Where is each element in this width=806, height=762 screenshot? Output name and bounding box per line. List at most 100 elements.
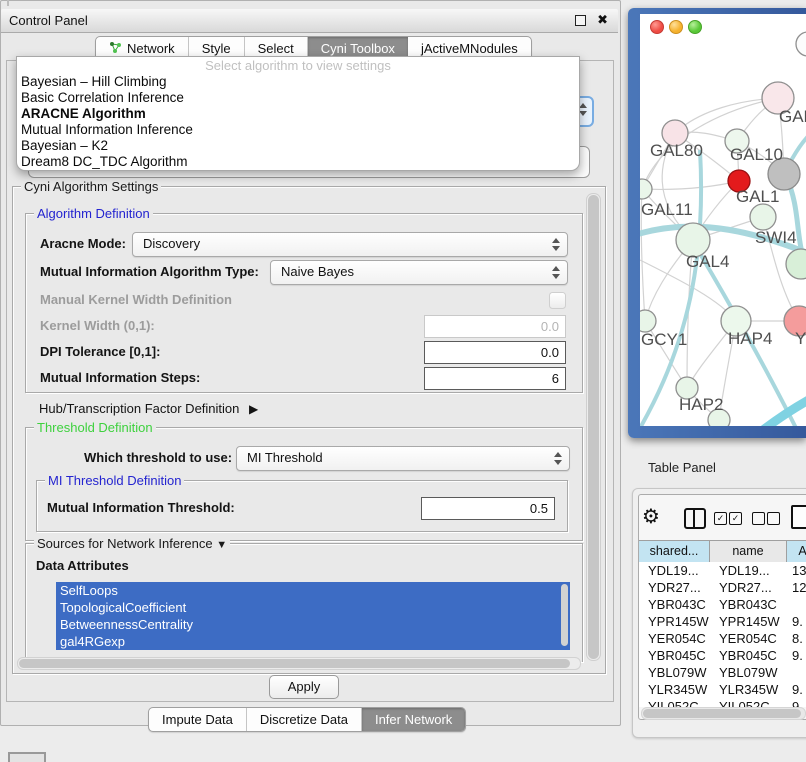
collapse-arrow-icon[interactable]: ▼ bbox=[216, 539, 227, 551]
table-row[interactable]: YBR045CYBR045C9. bbox=[639, 647, 806, 664]
minimize-traffic-light[interactable] bbox=[669, 20, 683, 34]
table-cell: YLR345W bbox=[710, 681, 787, 698]
node-label: GAL1 bbox=[736, 187, 779, 206]
mi-algorithm-type-combobox[interactable]: Naive Bayes bbox=[270, 260, 568, 285]
network-node[interactable] bbox=[786, 249, 806, 279]
table-cell: YDL19... bbox=[710, 562, 787, 579]
tab-label: Select bbox=[258, 41, 294, 56]
select-all-checkbox-icon[interactable]: ✓ bbox=[729, 512, 742, 525]
node-label: HAP4 bbox=[728, 329, 772, 348]
network-node[interactable] bbox=[640, 310, 656, 332]
network-node[interactable] bbox=[796, 32, 806, 56]
table-cell: YBR045C bbox=[639, 647, 710, 664]
table-row[interactable]: YER054CYER054C8. bbox=[639, 630, 806, 647]
mi-threshold-field[interactable]: 0.5 bbox=[421, 497, 555, 520]
table-row[interactable]: YLR345WYLR345W9. bbox=[639, 681, 806, 698]
attribute-item-selected[interactable]: BetweennessCentrality bbox=[56, 616, 570, 633]
algorithm-option[interactable]: Mutual Information Inference bbox=[17, 122, 579, 138]
algorithm-option[interactable]: Dream8 DC_TDC Algorithm bbox=[17, 154, 579, 170]
mi-type-value: Naive Bayes bbox=[281, 264, 354, 279]
manual-kernel-checkbox[interactable] bbox=[549, 292, 566, 309]
float-window-icon[interactable] bbox=[575, 15, 586, 26]
column-header[interactable]: shared... bbox=[639, 541, 710, 563]
tab-impute-data[interactable]: Impute Data bbox=[149, 708, 247, 731]
table-panel-title: Table Panel bbox=[648, 460, 716, 475]
tab-label: Infer Network bbox=[375, 712, 452, 727]
gear-icon[interactable]: ⚙ bbox=[642, 504, 660, 529]
mi-threshold-title: MI Threshold Definition bbox=[45, 473, 184, 488]
settings-group-title: Cyni Algorithm Settings bbox=[21, 179, 161, 194]
algorithm-option[interactable]: Bayesian – K2 bbox=[17, 138, 579, 154]
mi-steps-field[interactable]: 6 bbox=[424, 367, 566, 390]
sources-title-text: Sources for Network Inference bbox=[37, 536, 213, 551]
network-node[interactable] bbox=[750, 204, 776, 230]
hub-section-toggle[interactable]: Hub/Transcription Factor Definition ▶ bbox=[39, 397, 258, 421]
table-row[interactable]: YDL19...YDL19...13 bbox=[639, 562, 806, 579]
attribute-item-selected[interactable]: TopologicalCoefficient bbox=[56, 599, 570, 616]
which-threshold-combobox[interactable]: MI Threshold bbox=[236, 446, 570, 471]
network-view-canvas[interactable]: GALGAL80GAL10GAL1GAL11SWI4GAL4GCY1HAP4YH… bbox=[640, 14, 806, 426]
data-attributes-list[interactable]: SelfLoopsTopologicalCoefficientBetweenne… bbox=[56, 582, 570, 650]
table-cell: 9. bbox=[787, 681, 806, 698]
table-cell: 9. bbox=[787, 647, 806, 664]
scrollbar-thumb[interactable] bbox=[643, 709, 801, 718]
apply-button[interactable]: Apply bbox=[269, 675, 339, 699]
table-cell bbox=[787, 664, 806, 681]
network-labels-layer: GALGAL80GAL10GAL1GAL11SWI4GAL4GCY1HAP4YH… bbox=[641, 107, 806, 414]
aracne-mode-label: Aracne Mode: bbox=[40, 232, 126, 255]
mi-threshold-label: Mutual Information Threshold: bbox=[47, 496, 235, 519]
algorithm-definition-title: Algorithm Definition bbox=[34, 206, 153, 221]
show-columns-icon[interactable] bbox=[684, 508, 706, 529]
tab-discretize-data[interactable]: Discretize Data bbox=[247, 708, 362, 731]
function-builder-icon[interactable] bbox=[791, 505, 806, 529]
settings-horizontal-scrollbar[interactable] bbox=[17, 657, 581, 670]
table-row[interactable]: YPR145WYPR145W9. bbox=[639, 613, 806, 630]
network-node[interactable] bbox=[640, 179, 652, 199]
scrollbar-thumb[interactable] bbox=[19, 659, 570, 668]
tab-infer-network[interactable]: Infer Network bbox=[362, 708, 465, 731]
kernel-width-field[interactable]: 0.0 bbox=[424, 315, 566, 338]
deselect-all-checkbox-icon[interactable] bbox=[752, 512, 765, 525]
sources-group: Sources for Network Inference ▼ Data Att… bbox=[25, 543, 583, 662]
list-scrollbar-thumb[interactable] bbox=[561, 584, 568, 646]
algorithm-option[interactable]: Bayesian – Hill Climbing bbox=[17, 74, 579, 90]
deselect-all-checkbox-icon[interactable] bbox=[767, 512, 780, 525]
table-cell: YDR27... bbox=[639, 579, 710, 596]
close-traffic-light[interactable] bbox=[650, 20, 664, 34]
table-row[interactable]: YDR27...YDR27...12 bbox=[639, 579, 806, 596]
algorithm-option[interactable]: Basic Correlation Inference bbox=[17, 90, 579, 106]
network-graph[interactable]: GALGAL80GAL10GAL1GAL11SWI4GAL4GCY1HAP4YH… bbox=[640, 14, 806, 426]
mi-type-label: Mutual Information Algorithm Type: bbox=[40, 260, 259, 283]
attribute-item-selected[interactable]: SelfLoops bbox=[56, 582, 570, 599]
node-label: GCY1 bbox=[641, 330, 687, 349]
minimized-window-icon[interactable] bbox=[8, 752, 46, 762]
select-all-checkbox-icon[interactable]: ✓ bbox=[714, 512, 727, 525]
column-header[interactable]: A bbox=[787, 541, 806, 563]
node-label: HAP2 bbox=[679, 395, 723, 414]
control-panel-titlebar[interactable]: Control Panel ✖ bbox=[1, 9, 618, 33]
attribute-item-selected[interactable]: gal4RGexp bbox=[56, 633, 570, 650]
table-horizontal-scrollbar[interactable] bbox=[641, 707, 806, 720]
dpi-tolerance-field[interactable]: 0.0 bbox=[424, 341, 566, 364]
mi-steps-label: Mutual Information Steps: bbox=[40, 366, 200, 389]
bottom-tabs: Impute Data Discretize Data Infer Networ… bbox=[148, 707, 466, 732]
aracne-mode-combobox[interactable]: Discovery bbox=[132, 232, 568, 257]
table-header: shared...nameA bbox=[639, 540, 806, 564]
table-row[interactable]: YBL079WYBL079W bbox=[639, 664, 806, 681]
settings-vertical-scrollbar[interactable] bbox=[586, 193, 601, 661]
table-row[interactable]: YIL052CYIL052C9 bbox=[639, 698, 806, 707]
expand-arrow-icon[interactable]: ▶ bbox=[249, 402, 258, 416]
algorithm-option[interactable]: ARACNE Algorithm bbox=[17, 106, 579, 122]
scrollbar-thumb[interactable] bbox=[588, 195, 599, 659]
algorithm-dropdown-list: Bayesian – Hill ClimbingBasic Correlatio… bbox=[17, 74, 579, 170]
algorithm-dropdown-popup: Select algorithm to view settings Bayesi… bbox=[16, 56, 580, 171]
table-row[interactable]: YBR043CYBR043C bbox=[639, 596, 806, 613]
close-icon[interactable]: ✖ bbox=[597, 12, 608, 28]
column-header[interactable]: name bbox=[710, 541, 787, 563]
algorithm-definition-group: Algorithm Definition Aracne Mode: Discov… bbox=[25, 213, 583, 393]
tab-label: Cyni Toolbox bbox=[321, 41, 395, 56]
zoom-traffic-light[interactable] bbox=[688, 20, 702, 34]
kernel-width-label: Kernel Width (0,1): bbox=[40, 314, 155, 337]
which-threshold-value: MI Threshold bbox=[247, 450, 323, 465]
data-attributes-label: Data Attributes bbox=[36, 554, 129, 577]
